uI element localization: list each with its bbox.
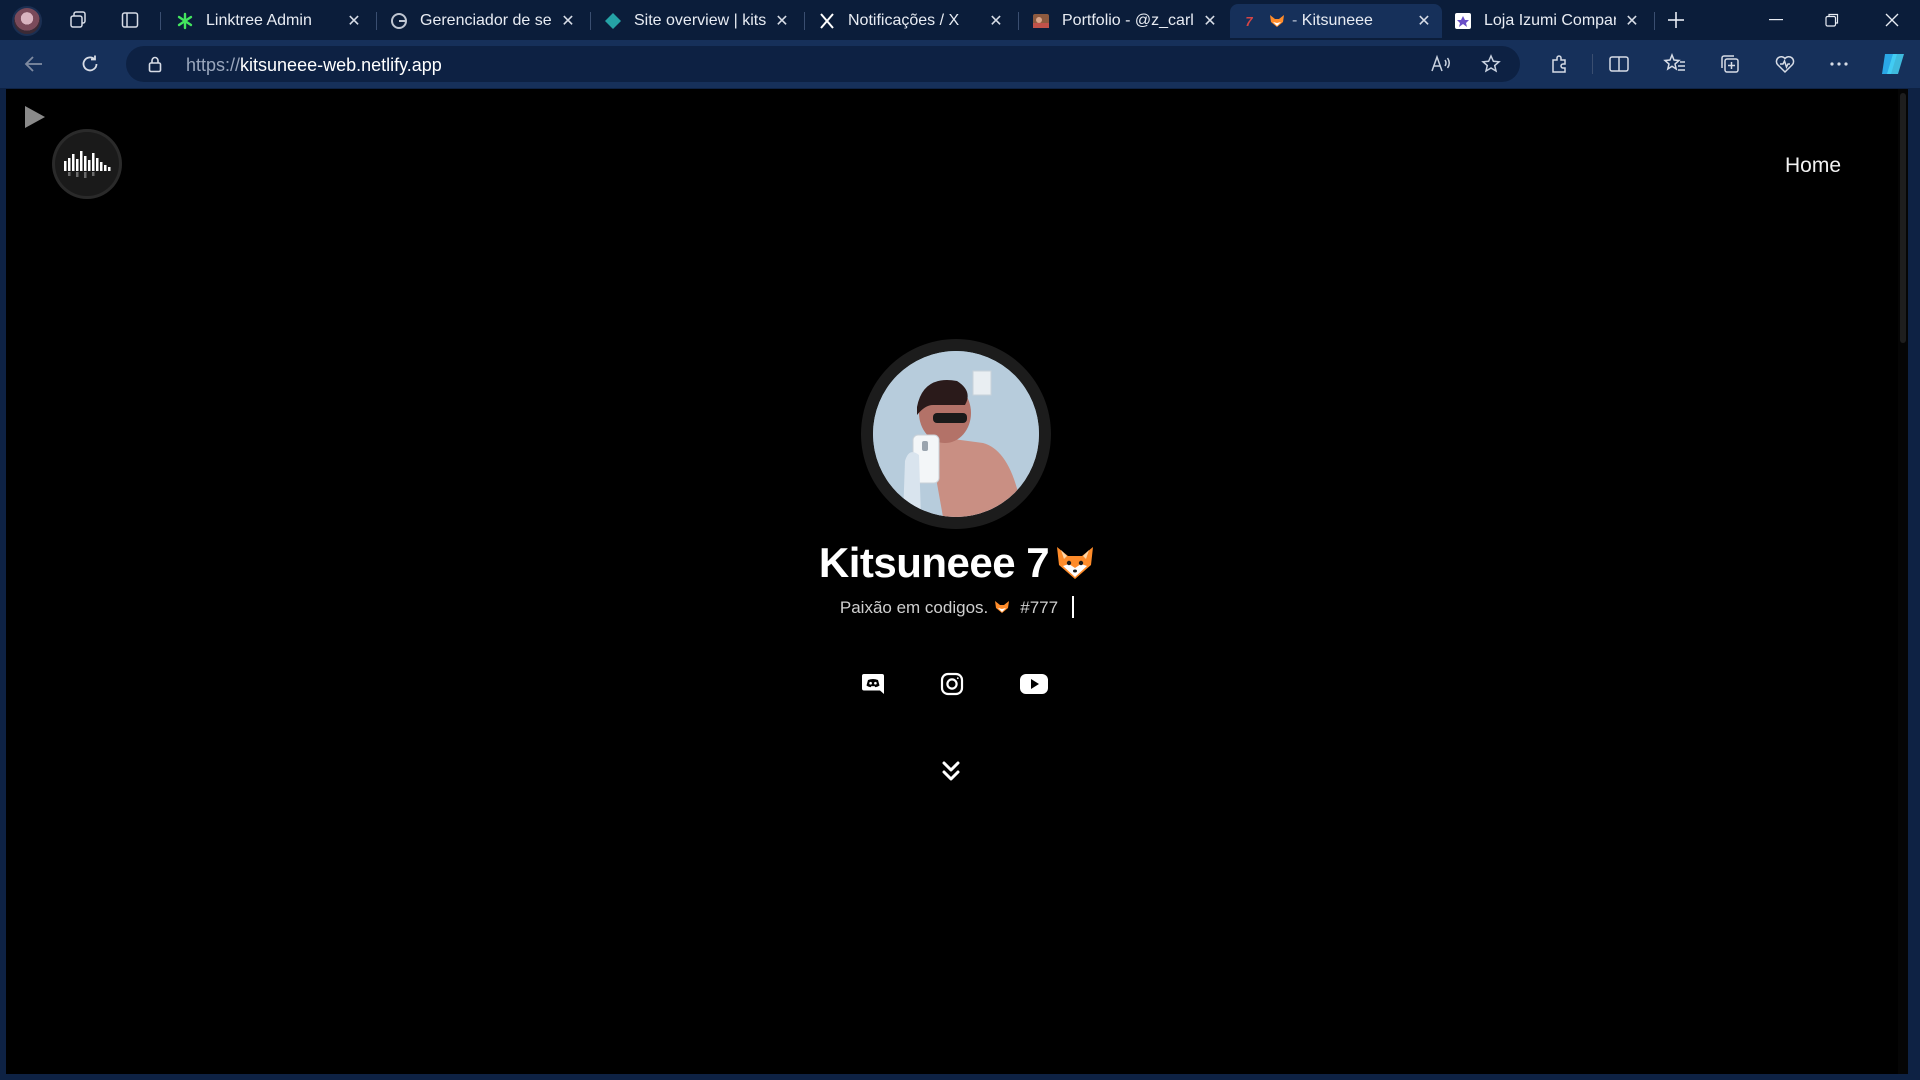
- tab-title: Site overview | kitsuneee: [634, 12, 766, 29]
- page-viewport: Home Kitsuneee 7 Paixão em codigos. #777: [6, 89, 1908, 1074]
- double-chevron-down-icon: [942, 761, 960, 781]
- restore-icon[interactable]: [1804, 0, 1860, 40]
- favorite-star-icon[interactable]: [1478, 52, 1504, 76]
- window-close-icon[interactable]: [1864, 0, 1920, 40]
- tab-title: Portfolio - @z_carlos: [1062, 12, 1194, 29]
- read-aloud-icon[interactable]: [1428, 52, 1454, 76]
- close-icon[interactable]: ✕: [774, 13, 790, 30]
- lock-icon[interactable]: [146, 55, 164, 73]
- portfolio-image-icon: [1032, 12, 1050, 30]
- tab-title: Linktree Admin: [206, 12, 312, 29]
- instagram-link[interactable]: [932, 664, 972, 704]
- tab-title: Loja Izumi Company: [1484, 12, 1616, 29]
- browser-essentials-icon[interactable]: [1772, 51, 1798, 77]
- browser-toolbar: https://kitsuneee-web.netlify.app: [0, 40, 1920, 88]
- fox-icon: [1268, 12, 1286, 30]
- tab-linktree-admin[interactable]: Linktree Admin ✕: [166, 4, 372, 38]
- page-scrollbar[interactable]: [1898, 89, 1908, 1074]
- browser-window: Linktree Admin ✕ Gerenciador de senhas ✕…: [0, 0, 1920, 1080]
- linktree-icon: [176, 12, 194, 30]
- profile-photo: [873, 351, 1039, 517]
- tab-notifications-x[interactable]: Notificações / X ✕: [808, 4, 1014, 38]
- split-screen-icon[interactable]: [1606, 51, 1632, 77]
- tab-loja-izumi[interactable]: Loja Izumi Company ✕: [1444, 4, 1650, 38]
- close-icon[interactable]: ✕: [560, 13, 576, 30]
- tab-site-overview[interactable]: Site overview | kitsuneee ✕: [594, 4, 800, 38]
- close-icon[interactable]: ✕: [988, 13, 1004, 30]
- youtube-icon: [1020, 674, 1048, 694]
- profile-avatar[interactable]: [12, 6, 42, 36]
- netlify-icon: [604, 12, 622, 30]
- new-tab-icon[interactable]: [1662, 7, 1690, 33]
- favorites-icon[interactable]: [1662, 51, 1688, 77]
- profile-name: Kitsuneee 7: [6, 539, 1908, 587]
- back-icon[interactable]: [18, 49, 50, 79]
- fox-emoji-icon: [1057, 547, 1094, 579]
- discord-icon: [862, 674, 884, 694]
- profile-tagline: Paixão em codigos. #777: [6, 596, 1908, 618]
- copilot-icon[interactable]: [1878, 51, 1908, 77]
- more-menu-icon[interactable]: [1826, 51, 1852, 77]
- typing-caret: [1072, 596, 1075, 618]
- tab-kitsuneee[interactable]: 7 - Kitsuneee ✕: [1230, 4, 1442, 38]
- fox-small-icon: [995, 601, 1010, 613]
- site-logo[interactable]: [55, 132, 119, 196]
- workspaces-icon[interactable]: [64, 7, 92, 33]
- discord-link[interactable]: [853, 664, 893, 704]
- extensions-icon[interactable]: [1546, 51, 1572, 77]
- close-icon[interactable]: ✕: [1416, 13, 1432, 30]
- minimize-icon[interactable]: [1748, 0, 1804, 40]
- instagram-icon: [940, 672, 964, 696]
- google-icon: [390, 12, 408, 30]
- reload-icon[interactable]: [74, 49, 106, 79]
- tab-password-manager[interactable]: Gerenciador de senhas ✕: [380, 4, 586, 38]
- scrollbar-thumb[interactable]: [1900, 93, 1906, 343]
- music-play-icon[interactable]: [20, 103, 48, 131]
- tab-title: - Kitsuneee: [1292, 12, 1373, 29]
- tab-prefix: 7: [1245, 13, 1253, 29]
- scroll-down-button[interactable]: [935, 755, 967, 787]
- x-logo-icon: [818, 12, 836, 30]
- tab-strip: Linktree Admin ✕ Gerenciador de senhas ✕…: [0, 0, 1920, 40]
- izumi-logo-icon: [1454, 12, 1472, 30]
- address-bar[interactable]: https://kitsuneee-web.netlify.app: [126, 46, 1520, 82]
- nav-home-link[interactable]: Home: [1785, 154, 1841, 178]
- close-icon[interactable]: ✕: [1202, 13, 1218, 30]
- tab-title: Gerenciador de senhas: [420, 12, 552, 29]
- tab-title: Notificações / X: [848, 12, 960, 29]
- youtube-link[interactable]: [1014, 664, 1054, 704]
- window-bottom-border: [0, 1074, 1920, 1080]
- close-icon[interactable]: ✕: [346, 13, 362, 30]
- collections-icon[interactable]: [1717, 51, 1743, 77]
- tab-portfolio[interactable]: Portfolio - @z_carlos ✕: [1022, 4, 1228, 38]
- sound-wave-icon: [64, 151, 111, 178]
- url-text[interactable]: https://kitsuneee-web.netlify.app: [186, 55, 442, 76]
- close-icon[interactable]: ✕: [1624, 13, 1640, 30]
- profile-avatar-ring: [861, 339, 1051, 529]
- tab-actions-icon[interactable]: [116, 7, 144, 33]
